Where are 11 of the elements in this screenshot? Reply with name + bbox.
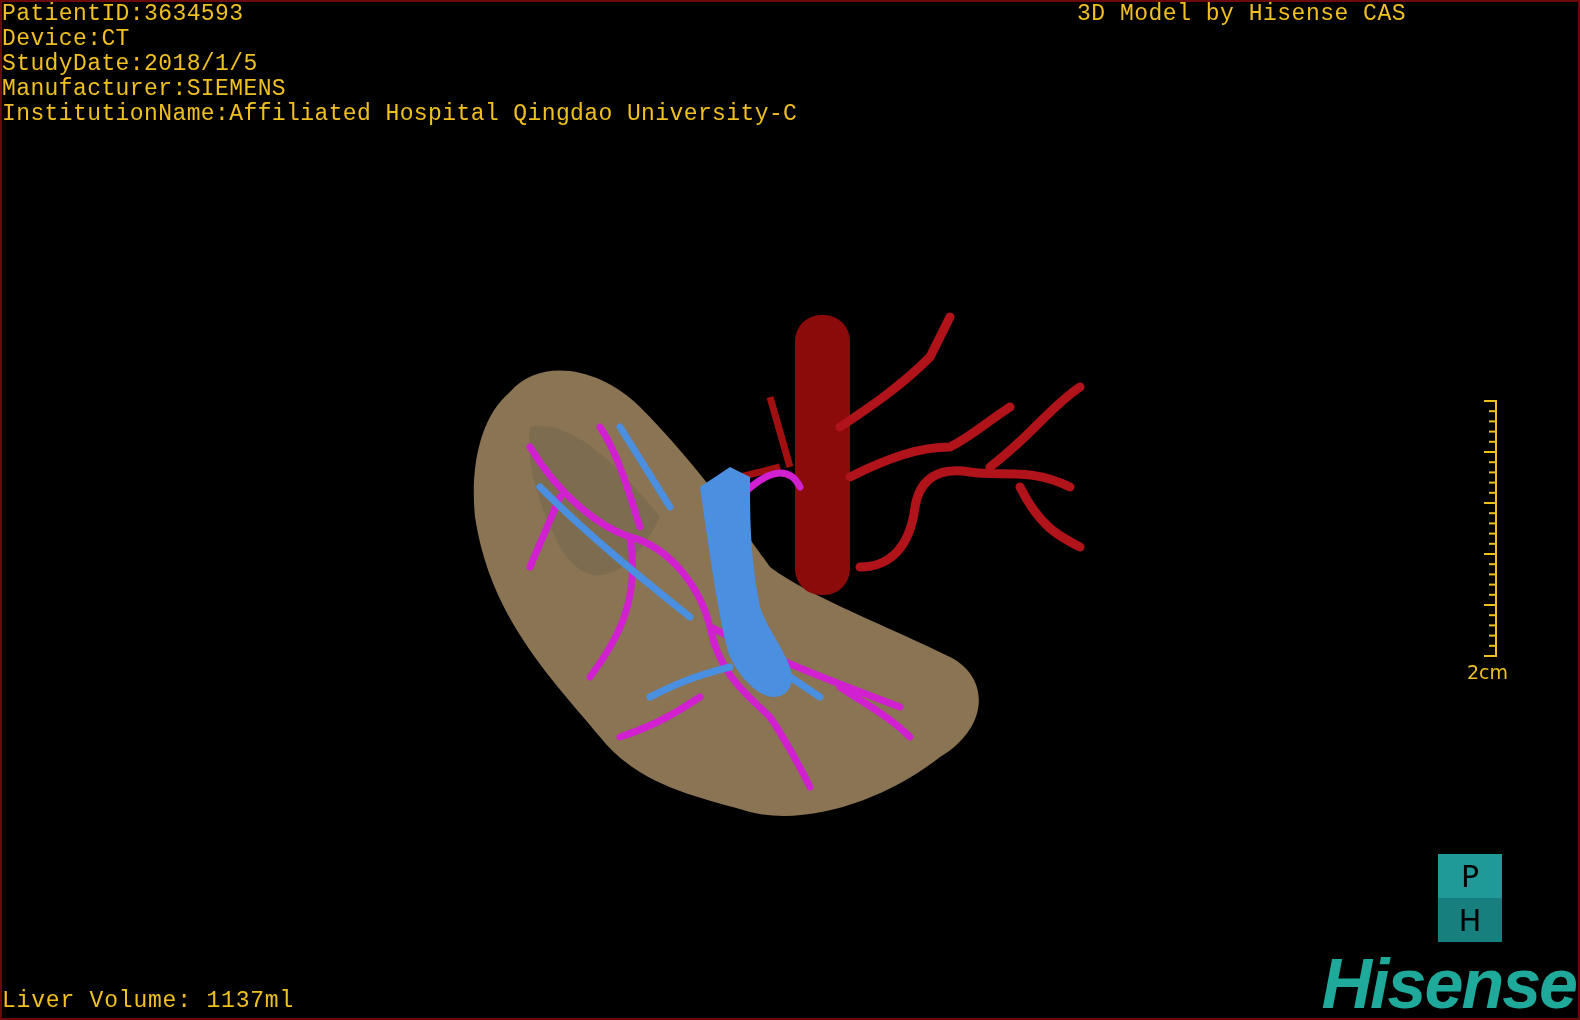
study-info-line: Manufacturer:SIEMENS [2,77,288,102]
study-info-line: PatientID:3634593 [2,2,245,27]
orientation-cube-face[interactable]: H [1438,898,1502,942]
liver-volume-label: Liver Volume: 1137ml [2,989,295,1014]
brand-logo: Hisense [1321,950,1576,1018]
study-info-line: Device:CT [2,27,131,52]
study-info-line: StudyDate:2018/1/5 [2,52,259,77]
model-title: 3D Model by Hisense CAS [1077,2,1406,29]
orientation-cube-face[interactable]: P [1438,854,1502,898]
study-info-line: InstitutionName:Affiliated Hospital Qingdao University-C [2,102,798,127]
scale-bar-label: 2cm [1466,661,1508,683]
